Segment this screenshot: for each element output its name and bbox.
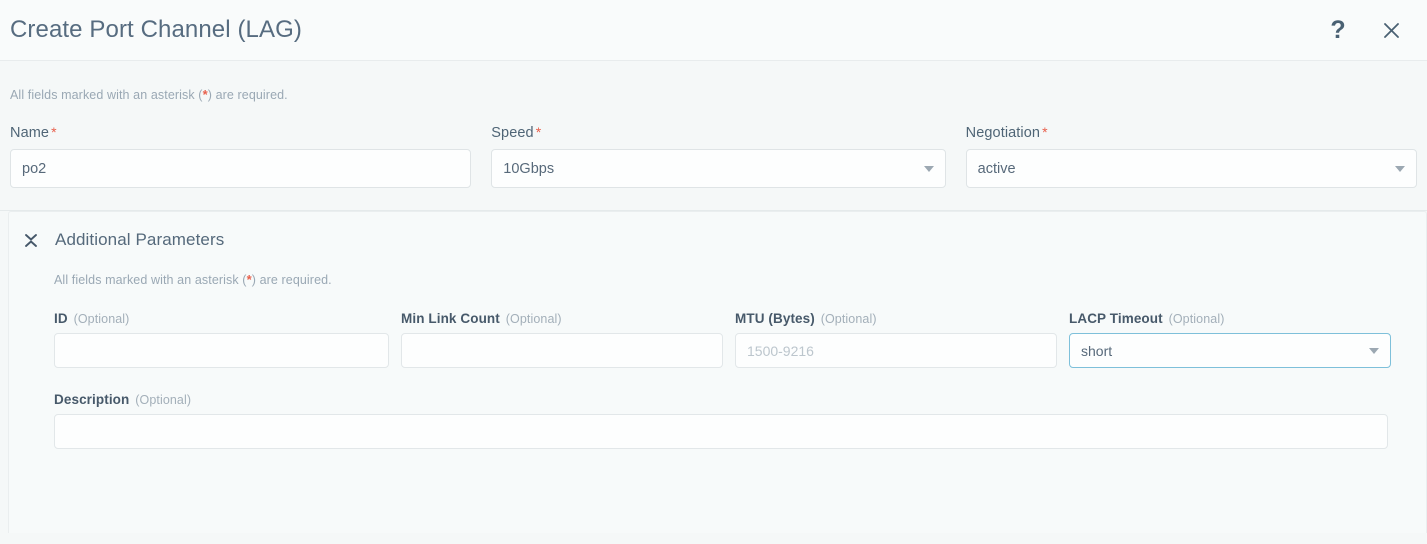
additional-parameters-title: Additional Parameters <box>55 230 225 249</box>
lacp-timeout-select[interactable]: short <box>1069 333 1391 368</box>
required-note-prefix: All fields marked with an asterisk ( <box>10 88 203 102</box>
lacp-timeout-field-group: LACP Timeout (Optional) short <box>1069 311 1403 368</box>
lacp-timeout-select-wrap: short <box>1069 333 1391 368</box>
id-input[interactable] <box>54 333 389 368</box>
help-button[interactable]: ? <box>1324 16 1352 44</box>
negotiation-label-text: Negotiation <box>965 125 1041 141</box>
mtu-label: MTU (Bytes) (Optional) <box>735 311 1057 326</box>
min-link-count-label-text: Min Link Count <box>401 311 500 326</box>
id-label: ID (Optional) <box>54 311 389 326</box>
description-label: Description (Optional) <box>54 392 1388 407</box>
description-row: Description (Optional) <box>9 368 1426 449</box>
min-link-count-field-group: Min Link Count (Optional) <box>401 311 735 368</box>
negotiation-select-wrap: active <box>965 149 1417 188</box>
speed-label-text: Speed <box>491 125 534 141</box>
close-button[interactable] <box>1377 16 1405 44</box>
mtu-optional-tag: (Optional) <box>820 312 877 326</box>
create-port-channel-modal: Create Port Channel (LAG) ? All fields m… <box>0 0 1427 544</box>
min-link-count-label: Min Link Count (Optional) <box>401 311 723 326</box>
lacp-timeout-optional-tag: (Optional) <box>1168 312 1225 326</box>
primary-fields-row: Name* Speed* 10Gbps Negotiation* activ <box>0 102 1427 188</box>
negotiation-label: Negotiation * <box>966 124 1417 141</box>
negotiation-select[interactable]: active <box>965 149 1417 188</box>
mtu-field-group: MTU (Bytes) (Optional) <box>735 311 1069 368</box>
description-field-group: Description (Optional) <box>54 392 1388 449</box>
lacp-timeout-label: LACP Timeout (Optional) <box>1069 311 1391 326</box>
name-label: Name * <box>10 124 471 141</box>
required-fields-note: All fields marked with an asterisk (*) a… <box>0 61 1427 102</box>
params-note-suffix: ) are required. <box>251 273 332 287</box>
required-note-suffix: ) are required. <box>207 88 288 102</box>
modal-body: All fields marked with an asterisk ( * ) a… <box>0 61 1427 533</box>
additional-parameters-panel: Additional Parameters All fields marked … <box>8 211 1427 533</box>
page-title: Create Port Channel (LAG) <box>10 16 302 43</box>
id-field-group: ID (Optional) <box>54 311 401 368</box>
speed-required-asterisk: * <box>535 124 542 140</box>
name-label-text: Name <box>10 125 50 141</box>
description-input[interactable] <box>54 414 1388 449</box>
name-required-asterisk: * <box>51 124 57 140</box>
min-link-count-input[interactable] <box>401 333 723 368</box>
mtu-input[interactable] <box>735 333 1057 368</box>
additional-parameters-header[interactable]: Additional Parameters <box>9 212 1426 250</box>
close-icon <box>1382 21 1401 40</box>
lacp-timeout-label-text: LACP Timeout <box>1069 311 1163 326</box>
speed-field-group: Speed * 10Gbps <box>481 124 955 188</box>
negotiation-required-asterisk: * <box>1042 124 1048 140</box>
min-link-count-optional-tag: (Optional) <box>505 312 562 326</box>
speed-label: Speed * <box>491 124 945 141</box>
mtu-label-text: MTU (Bytes) <box>735 311 815 326</box>
header-actions: ? <box>1324 16 1405 44</box>
speed-select[interactable]: 10Gbps <box>491 149 946 188</box>
name-field-group: Name * <box>0 124 481 188</box>
optional-fields-row: ID (Optional) Min Link Count (Optional) … <box>9 287 1426 368</box>
description-optional-tag: (Optional) <box>135 393 192 407</box>
additional-parameters-required-note: All fields marked with an asterisk (*) a… <box>9 250 1426 287</box>
id-optional-tag: (Optional) <box>73 312 130 326</box>
params-note-prefix: All fields marked with an asterisk ( <box>54 273 247 287</box>
question-mark-icon: ? <box>1330 15 1346 44</box>
name-input[interactable] <box>10 149 472 188</box>
collapse-chevrons-icon <box>23 231 39 249</box>
speed-select-wrap: 10Gbps <box>491 149 946 188</box>
id-label-text: ID <box>54 311 68 326</box>
negotiation-field-group: Negotiation * active <box>956 124 1427 188</box>
modal-header: Create Port Channel (LAG) ? <box>0 0 1427 61</box>
description-label-text: Description <box>54 392 130 407</box>
